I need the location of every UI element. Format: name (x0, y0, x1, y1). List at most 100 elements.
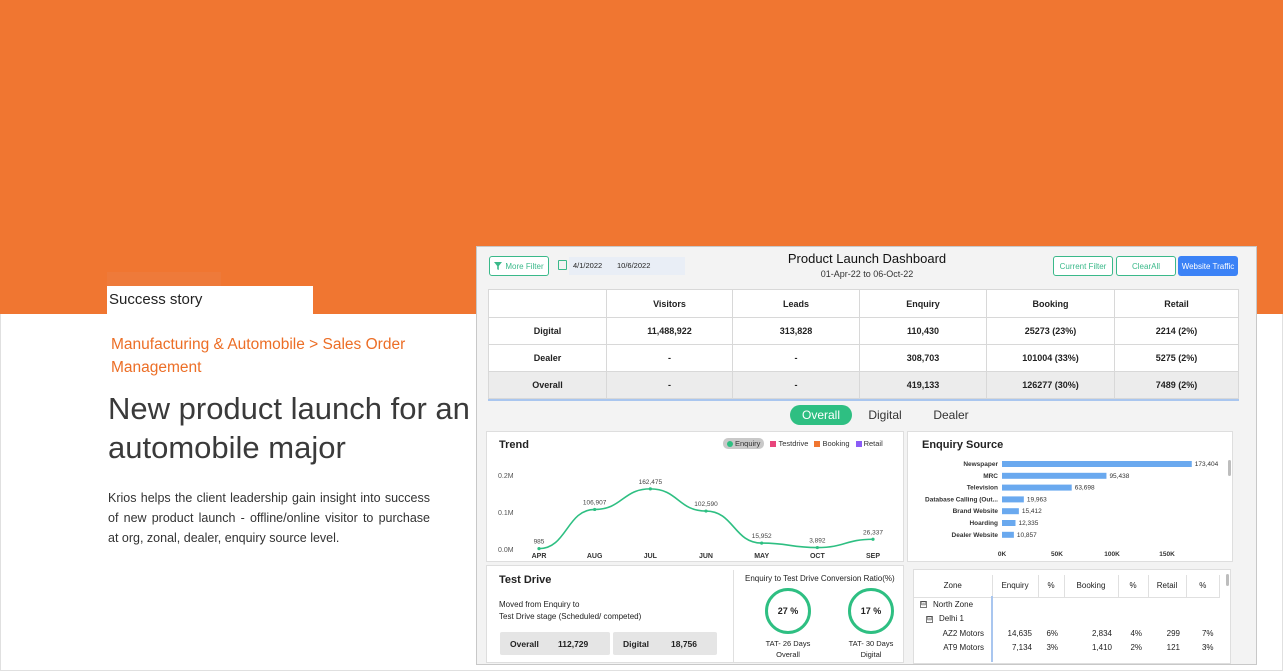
card-label: Overall (510, 638, 539, 649)
kpi-cell: - (732, 371, 860, 399)
zone-label: AZ2 Motors (942, 628, 984, 638)
data-label: 985 (534, 539, 545, 546)
zone-column-header[interactable]: Booking (1064, 575, 1119, 598)
x-tick-label: 0K (998, 551, 1007, 558)
zone-row-dealer[interactable]: AZ2 Motors 14,635 6% 2,834 4% 299 7% (914, 626, 1220, 641)
kpi-column-header: Enquiry (859, 289, 987, 318)
zone-row-label: ⊟ North Zone (914, 597, 992, 612)
zone-cell: 2,834 (1091, 628, 1112, 638)
caption-line: TAT- 26 Days (765, 639, 811, 648)
calendar-icon (558, 260, 567, 270)
zone-cell: 7% (1201, 628, 1214, 638)
data-label: 10,857 (1017, 532, 1037, 539)
source-bar (1002, 520, 1016, 526)
collapse-icon[interactable]: ⊟ (920, 601, 927, 609)
source-bar (1002, 496, 1024, 503)
zone-header-row: Zone Enquiry % Booking % Retail % (914, 575, 1220, 598)
kpi-row-label: Overall (488, 371, 607, 399)
dashboard-date-range: 01-Apr-22 to 06-Oct-22 (820, 269, 914, 279)
more-filter-button[interactable]: More Filter (489, 256, 549, 276)
data-label: 15,952 (752, 533, 772, 540)
zone-column-header[interactable]: % (1186, 575, 1220, 598)
zone-row-dealer[interactable]: AT9 Motors 7,134 3% 1,410 2% 121 3% (914, 641, 1220, 656)
caption-line: Overall (776, 650, 800, 659)
success-story-badge: Success story (107, 286, 313, 314)
kpi-cell: 313,828 (732, 317, 860, 345)
data-label: 162,475 (639, 479, 663, 486)
y-tick-label: 0.1M (498, 510, 514, 517)
category-label: Database Calling (Out... (925, 496, 998, 503)
kpi-header-row: Visitors Leads Enquiry Booking Retail (488, 289, 1239, 318)
category-label: Dealer Website (952, 532, 999, 539)
clear-all-button[interactable]: ClearAll (1116, 256, 1176, 276)
tab-overall[interactable]: Overall (790, 405, 852, 425)
data-point (537, 547, 541, 551)
y-tick-label: 0.2M (498, 473, 514, 480)
x-tick-label: MAY (754, 553, 769, 560)
badge-accent (107, 272, 221, 286)
enquiry-source-chart: Newspaper 173,404 MRC 95,438 Television 63,69… (925, 461, 1219, 558)
zone-row-delhi[interactable]: ⊟ Delhi 1 (914, 612, 1220, 627)
date-from-field[interactable]: 4/1/2022 (569, 257, 615, 275)
column-resize-line (991, 596, 993, 662)
kpi-corner-cell (488, 289, 607, 318)
x-tick-label: JUL (644, 553, 658, 560)
tab-digital[interactable]: Digital (857, 405, 913, 425)
kpi-column-header: Retail (1114, 289, 1239, 318)
zone-cell: 121 (1166, 643, 1180, 653)
zone-label: Delhi 1 (939, 614, 964, 624)
source-bar (1002, 461, 1192, 467)
kpi-cell: 25273 (23%) (986, 317, 1115, 345)
zone-label: North Zone (933, 600, 974, 609)
zone-cell: 3% (1046, 643, 1058, 653)
zone-cell: 1,410 (1091, 643, 1112, 653)
kpi-row-label: Digital (488, 317, 607, 345)
tab-dealer[interactable]: Dealer (923, 405, 979, 425)
panel-divider (733, 570, 734, 662)
kpi-row-digital: Digital 11,488,922 313,828 110,430 25273… (488, 317, 1239, 345)
website-traffic-button[interactable]: Website Traffic (1178, 256, 1238, 276)
card-value: 112,729 (558, 638, 589, 649)
zone-column-header[interactable]: % (1118, 575, 1149, 598)
view-tabs: Overall Digital Dealer (477, 405, 1256, 427)
kpi-row-label: Dealer (488, 344, 607, 372)
kpi-row-overall: Overall - - 419,133 126277 (30%) 7489 (2… (488, 371, 1239, 399)
current-filter-button[interactable]: Current Filter (1053, 256, 1113, 276)
zone-cell: 3% (1201, 643, 1214, 653)
category-label: Television (967, 485, 998, 492)
collapse-icon[interactable]: ⊟ (926, 615, 933, 623)
zone-column-header[interactable]: Retail (1148, 575, 1187, 598)
kpi-cell: 308,703 (859, 344, 987, 372)
zone-column-header[interactable]: Zone (914, 575, 993, 598)
test-drive-subtitle-line: Moved from Enquiry to (499, 600, 580, 609)
digital-ratio-caption: TAT- 30 Days Digital (833, 638, 909, 660)
data-label: 19,963 (1027, 496, 1047, 503)
trend-chart: 0.0M 0.1M 0.2M 985 APR 106,907 AUG 162,475 JUL 10… (498, 473, 883, 560)
scrollbar[interactable] (1228, 460, 1231, 476)
y-tick-label: 0.0M (498, 547, 514, 554)
zone-table-panel: Zone Enquiry % Booking % Retail % ⊟ North… (913, 569, 1231, 664)
zone-row-label: ⊟ Delhi 1 (914, 612, 992, 627)
overall-ratio-caption: TAT- 26 Days Overall (750, 638, 826, 660)
zone-column-header[interactable]: % (1038, 575, 1065, 598)
kpi-cell: - (606, 371, 733, 399)
date-to-field[interactable]: 10/6/2022 (613, 257, 685, 275)
data-label: 106,907 (583, 499, 607, 506)
zone-row-north[interactable]: ⊟ North Zone (914, 597, 1220, 612)
breadcrumb[interactable]: Manufacturing & Automobile > Sales Order… (111, 333, 441, 379)
enquiry-source-panel: Enquiry Source Newspaper 173,404 MRC 95,438… (907, 431, 1233, 562)
kpi-cell: 2214 (2%) (1114, 317, 1239, 345)
test-drive-title: Test Drive (499, 574, 552, 586)
zone-column-header[interactable]: Enquiry (992, 575, 1039, 598)
test-drive-digital-card: Digital 18,756 (613, 632, 717, 655)
scrollbar[interactable] (1226, 574, 1229, 586)
data-label: 3,892 (809, 538, 826, 545)
data-label: 12,335 (1018, 520, 1038, 527)
caption-line: TAT- 30 Days (848, 639, 894, 648)
category-label: Newspaper (963, 461, 998, 468)
more-filter-label: More Filter (505, 261, 544, 271)
test-drive-overall-card: Overall 112,729 (500, 632, 610, 655)
data-point (593, 507, 597, 512)
data-point (704, 509, 708, 513)
test-drive-subtitle: Moved from Enquiry to Test Drive stage (… (499, 599, 641, 623)
